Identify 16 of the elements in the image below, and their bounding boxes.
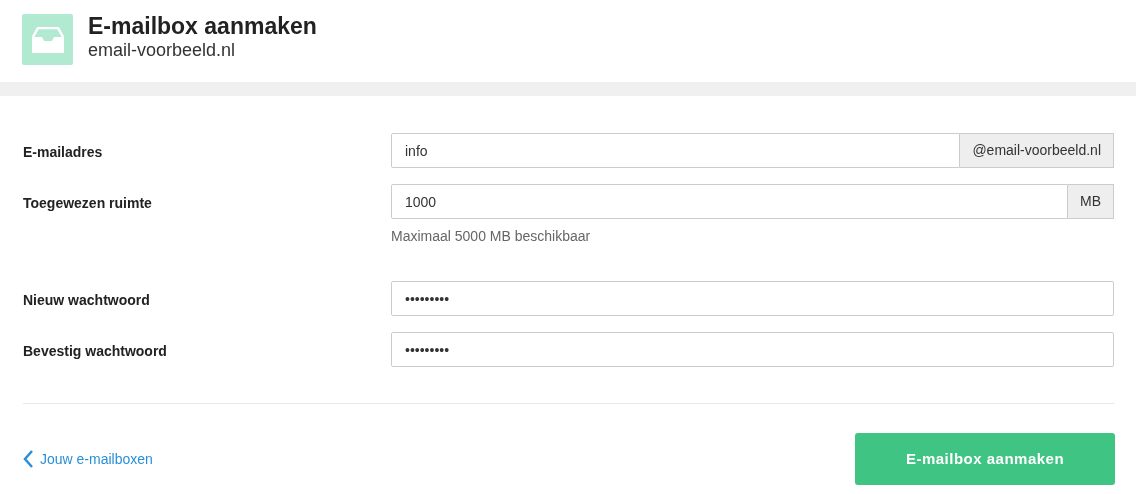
domain-subtitle: email-voorbeeld.nl [88,39,237,63]
input-field[interactable]: ••••••••• [391,281,1114,316]
field-label: Nieuw wachtwoord [23,291,151,310]
page-title: E-mailbox aanmaken [88,14,317,40]
field-label: E-mailadres [23,143,104,162]
chevron-left-icon [23,449,34,469]
input-addon: @email-voorbeeld.nl [960,133,1114,168]
back-link[interactable]: Jouw e-mailboxen [23,448,153,470]
input-addon: MB [1068,184,1114,219]
input-field[interactable]: info [391,133,961,168]
input-field[interactable]: ••••••••• [391,332,1114,367]
help-text: Maximaal 5000 MB beschikbaar [391,227,592,246]
input-field[interactable]: 1000 [391,184,1068,219]
inbox-icon [22,14,73,65]
field-label: Bevestig wachtwoord [23,342,168,361]
field-label: Toegewezen ruimte [23,194,153,213]
